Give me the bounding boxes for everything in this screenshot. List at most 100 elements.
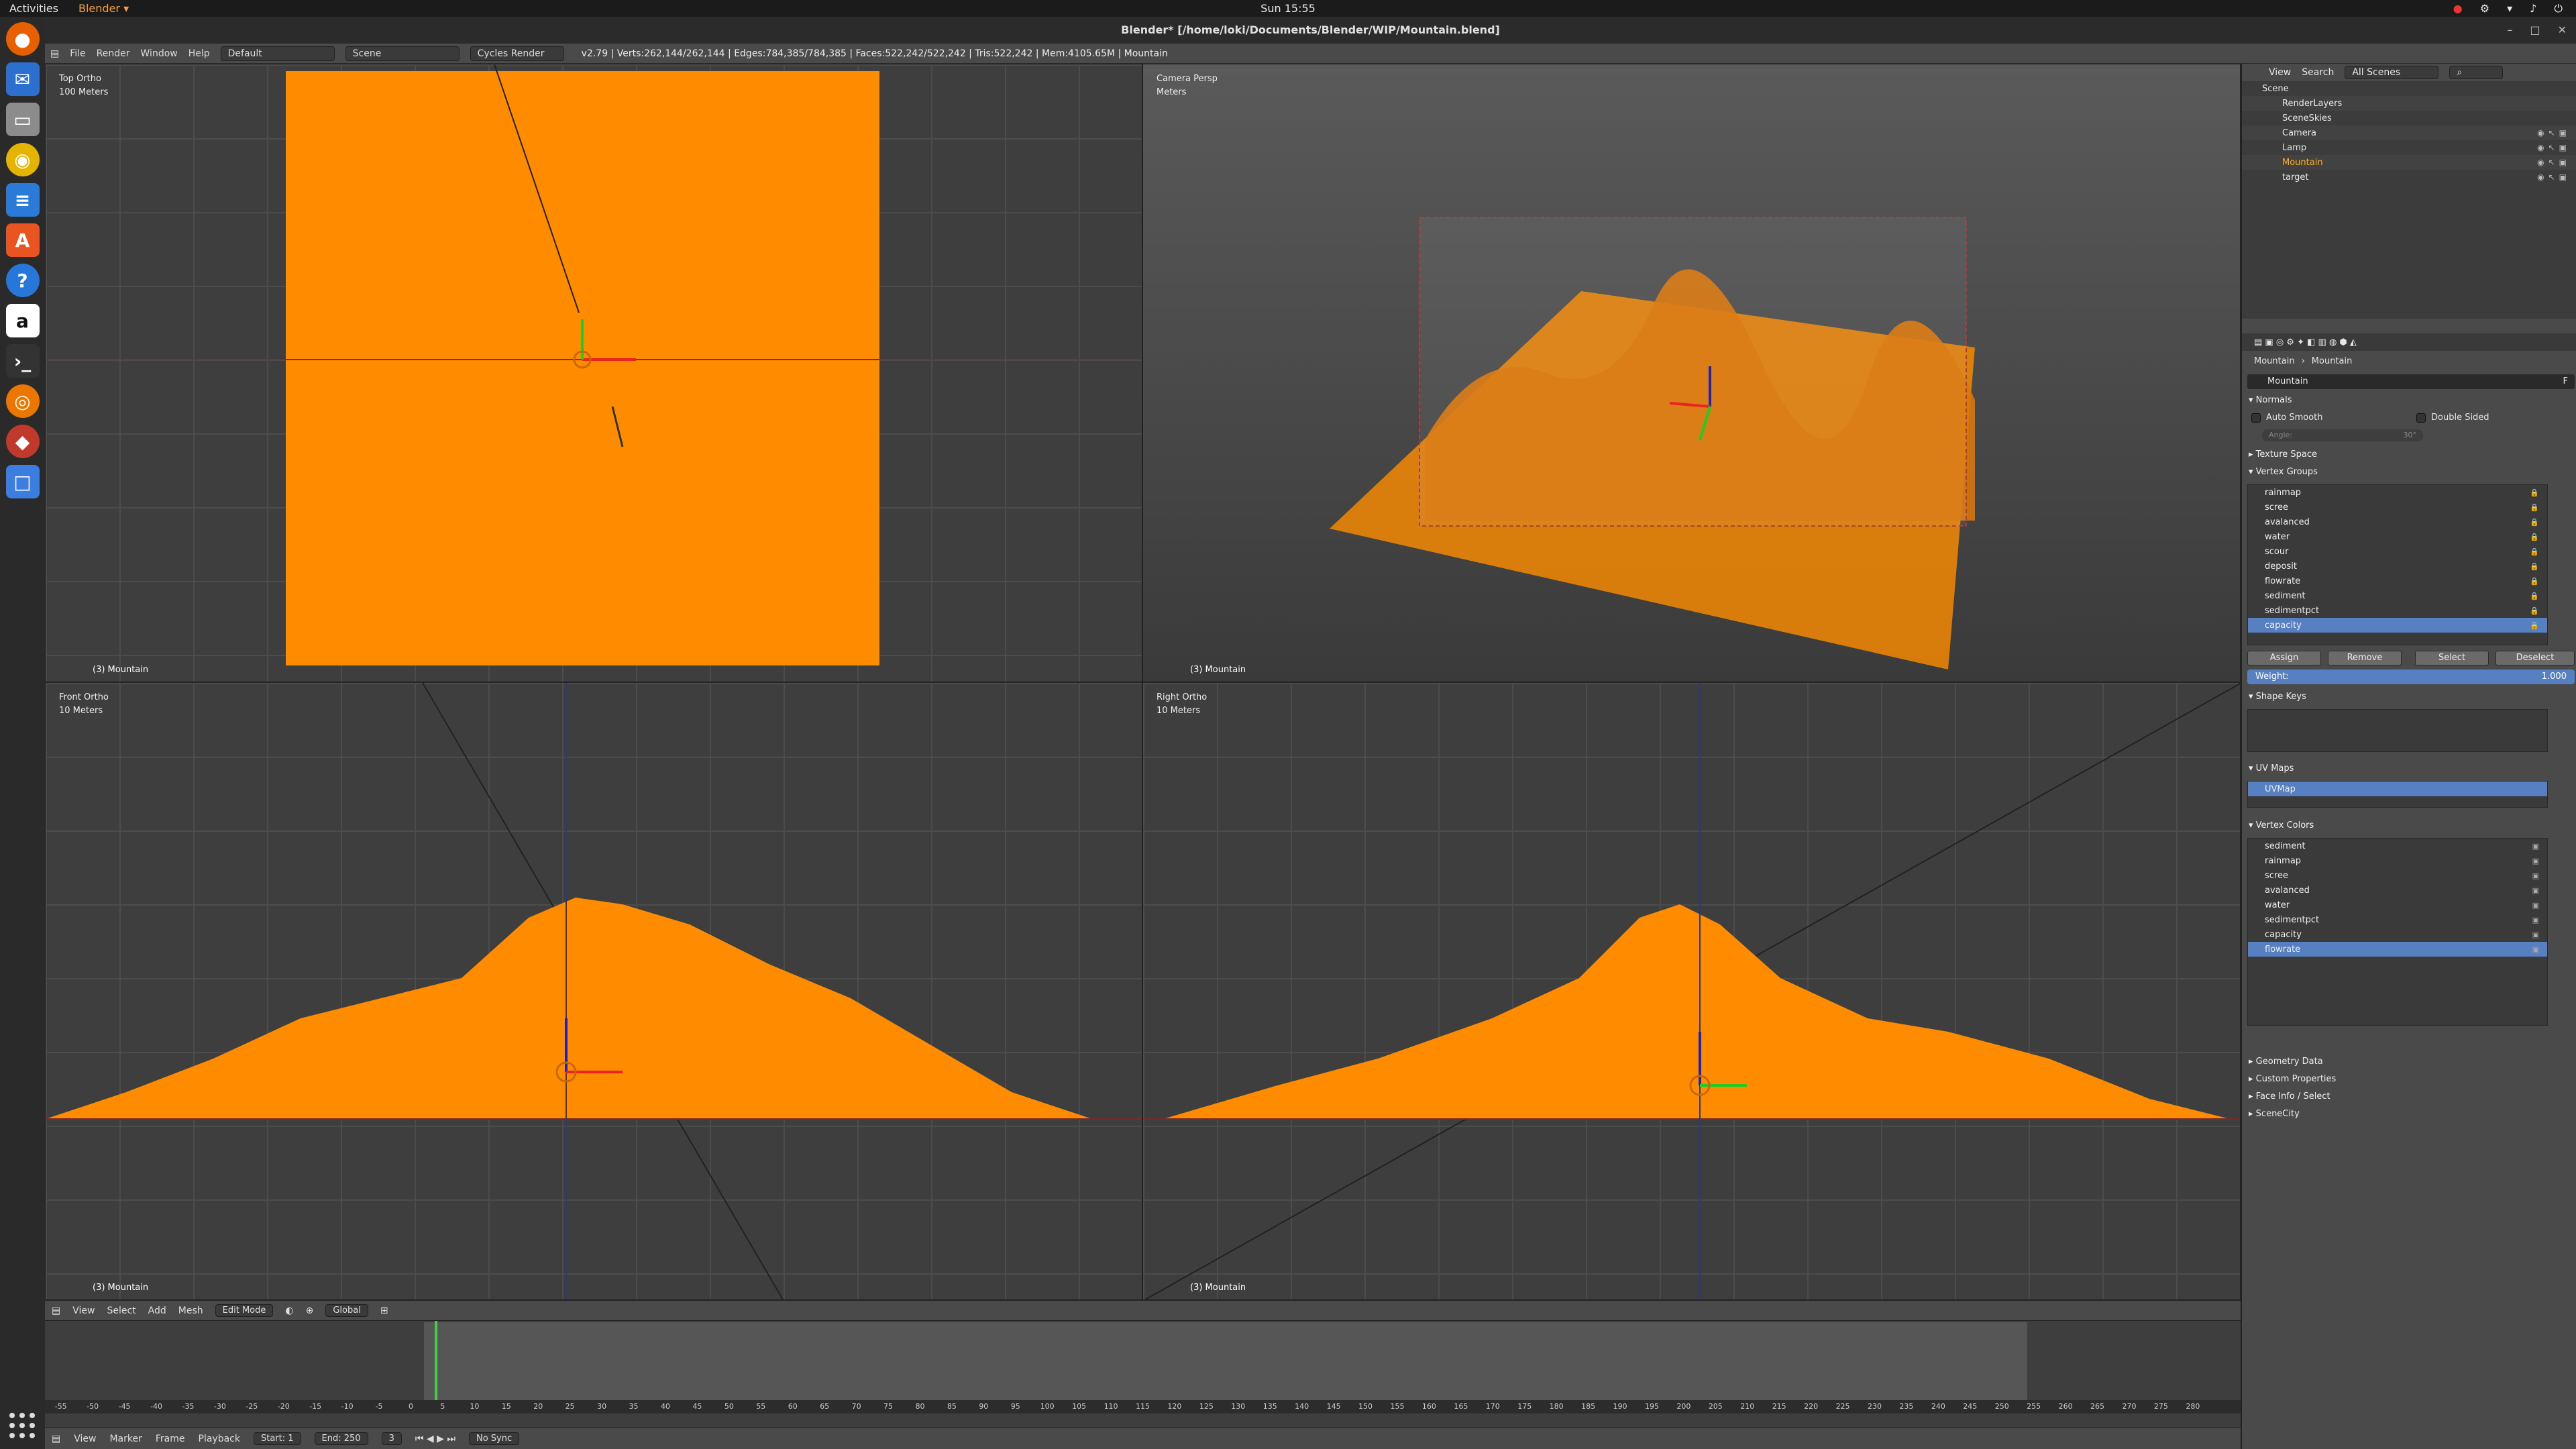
normals-panel-header[interactable]: ▾ Normals (2249, 395, 2292, 405)
deselect-button[interactable]: Deselect (2496, 651, 2575, 665)
geometry-data-panel-header[interactable]: ▸ Geometry Data (2249, 1057, 2323, 1067)
close-icon[interactable]: ✕ (2558, 17, 2567, 44)
shading-icon[interactable]: ◐ (285, 1305, 293, 1316)
menu-help[interactable]: Help (189, 48, 210, 59)
visibility-icons[interactable]: ◉↖▣ (2537, 158, 2571, 167)
vertex-group-item[interactable]: deposit 🔒 (2248, 559, 2547, 574)
custom-properties-panel-header[interactable]: ▸ Custom Properties (2249, 1074, 2336, 1084)
menu-add[interactable]: Add (148, 1305, 166, 1316)
menu-select[interactable]: Select (107, 1305, 136, 1316)
vertex-color-item[interactable]: sediment ▣ (2248, 839, 2547, 853)
breadcrumb-object[interactable]: Mountain (2254, 356, 2295, 366)
outliner-item-sceneskies[interactable]: SceneSkies (2242, 111, 2576, 125)
scenecity-panel-header[interactable]: ▸ SceneCity (2249, 1109, 2300, 1119)
sync-selector[interactable]: No Sync (468, 1432, 520, 1445)
activities-button[interactable]: Activities (9, 2, 58, 15)
outliner-filter[interactable]: All Scenes (2345, 66, 2439, 79)
clock[interactable]: Sun 15:55 (1260, 2, 1316, 15)
maximize-icon[interactable]: □ (2530, 17, 2540, 44)
menu-tl-view[interactable]: View (74, 1434, 96, 1444)
amazon-icon[interactable]: a (5, 304, 40, 337)
snap-icon[interactable]: ⊞ (380, 1305, 388, 1316)
viewport-front-ortho[interactable]: Front Ortho 10 Meters (3) Mountain (45, 682, 1142, 1300)
mode-selector[interactable]: Edit Mode (215, 1304, 274, 1317)
viewport-camera-persp[interactable]: Camera Persp Meters (3) Mountain (1142, 64, 2241, 682)
menu-window[interactable]: Window (141, 48, 178, 59)
outliner-item-renderlayers[interactable]: RenderLayers (2242, 96, 2576, 111)
visibility-icons[interactable]: ◉↖▣ (2537, 143, 2571, 152)
vertex-color-item[interactable]: sedimentpct ▣ (2248, 912, 2547, 927)
help-icon[interactable]: ? (5, 264, 40, 297)
vertex-color-item[interactable]: scree ▣ (2248, 868, 2547, 883)
playback-controls[interactable]: ⏮ ◀ ▶ ⏭ (415, 1434, 455, 1444)
screenshot-icon[interactable]: □ (5, 465, 40, 498)
double-sided-checkbox[interactable]: Double Sided (2416, 413, 2489, 423)
orientation-selector[interactable]: Global (325, 1304, 368, 1317)
vertex-group-item[interactable]: scour 🔒 (2248, 544, 2547, 559)
uv-map-item[interactable]: UVMap (2248, 782, 2547, 796)
viewport-right-ortho[interactable]: Right Ortho 10 Meters (3) Mountain (1142, 682, 2241, 1300)
thunderbird-icon[interactable]: ✉ (5, 62, 40, 96)
menu-playback[interactable]: Playback (199, 1434, 240, 1444)
viewport-top-ortho[interactable]: Top Ortho 100 Meters (3) Mountain (45, 64, 1142, 682)
end-frame-field[interactable]: End: 250 (314, 1432, 368, 1445)
outliner-view-menu[interactable]: View (2269, 67, 2291, 78)
vertex-group-item-selected[interactable]: capacity 🔒 (2248, 618, 2547, 633)
outliner-item-lamp[interactable]: Lamp ◉↖▣ (2242, 140, 2576, 155)
vertex-color-item[interactable]: avalanced ▣ (2248, 883, 2547, 898)
fake-user-button[interactable]: F (2563, 374, 2568, 389)
writer-icon[interactable]: ≡ (5, 183, 40, 217)
start-frame-field[interactable]: Start: 1 (253, 1432, 301, 1445)
menu-mesh[interactable]: Mesh (178, 1305, 203, 1316)
menu-frame[interactable]: Frame (156, 1434, 185, 1444)
outliner-item-scene[interactable]: Scene (2242, 81, 2576, 96)
app-icon[interactable]: ◆ (5, 425, 40, 458)
face-info-panel-header[interactable]: ▸ Face Info / Select (2249, 1091, 2330, 1102)
settings-icon[interactable]: ⚙ (2480, 2, 2489, 15)
vertex-color-item[interactable]: water ▣ (2248, 898, 2547, 912)
texture-space-panel-header[interactable]: ▸ Texture Space (2249, 449, 2317, 460)
mesh-name-field[interactable]: Mountain F (2247, 374, 2575, 389)
vertex-group-item[interactable]: flowrate 🔒 (2248, 574, 2547, 588)
assign-button[interactable]: Assign (2247, 651, 2321, 665)
vertex-color-item-selected[interactable]: flowrate ▣ (2248, 942, 2547, 957)
terminal-icon[interactable]: ›_ (5, 344, 40, 378)
visibility-icons[interactable]: ◉↖▣ (2537, 172, 2571, 182)
vertex-group-item[interactable]: sedimentpct 🔒 (2248, 603, 2547, 618)
render-engine-selector[interactable]: Cycles Render (470, 46, 564, 61)
select-button[interactable]: Select (2415, 651, 2489, 665)
editor-type-icon[interactable]: ▤ (50, 48, 59, 59)
auto-smooth-checkbox[interactable]: Auto Smooth (2251, 413, 2322, 423)
menu-view[interactable]: View (72, 1305, 95, 1316)
menu-render[interactable]: Render (97, 48, 130, 59)
rhythmbox-icon[interactable]: ◉ (5, 143, 40, 176)
timeline-ruler[interactable]: -55 -50 -45 -40 -35 -30 -25 -20 -15 -10 -5 0 5 10 15 20… (45, 1400, 2241, 1413)
remove-button[interactable]: Remove (2328, 651, 2402, 665)
outliner-search-menu[interactable]: Search (2302, 67, 2334, 78)
minimize-icon[interactable]: – (2507, 17, 2512, 44)
power-icon[interactable]: ⏻ (2554, 2, 2563, 15)
layout-selector[interactable]: Default (220, 46, 335, 61)
vertex-group-item[interactable]: rainmap 🔒 (2248, 485, 2547, 500)
firefox-icon[interactable]: ● (5, 22, 40, 56)
vertex-group-item[interactable]: avalanced 🔒 (2248, 515, 2547, 529)
editor-type-icon[interactable]: ▤ (52, 1434, 60, 1444)
outliner-item-target[interactable]: target ◉↖▣ (2242, 170, 2576, 184)
vertex-group-item[interactable]: sediment 🔒 (2248, 588, 2547, 603)
outliner-item-mountain[interactable]: Mountain ◉↖▣ (2242, 155, 2576, 170)
scene-selector[interactable]: Scene (345, 46, 460, 61)
angle-field[interactable]: Angle: 30° (2262, 429, 2423, 441)
vertex-color-item[interactable]: capacity ▣ (2248, 927, 2547, 942)
timeline[interactable]: -55 -50 -45 -40 -35 -30 -25 -20 -15 -10 -5 0 5 10 15 20… (45, 1320, 2241, 1428)
menu-file[interactable]: File (70, 48, 85, 59)
current-frame-field[interactable]: 3 (381, 1432, 402, 1445)
visibility-icons[interactable]: ◉↖▣ (2537, 128, 2571, 138)
menu-marker[interactable]: Marker (109, 1434, 142, 1444)
software-center-icon[interactable]: A (5, 223, 40, 257)
record-icon[interactable]: ● (2453, 2, 2463, 15)
network-icon[interactable]: ▾ (2507, 2, 2512, 15)
show-apps-icon[interactable] (9, 1413, 36, 1440)
pivot-icon[interactable]: ⊕ (306, 1305, 314, 1316)
editor-type-icon[interactable]: ▤ (52, 1305, 60, 1316)
files-icon[interactable]: ▭ (5, 103, 40, 136)
